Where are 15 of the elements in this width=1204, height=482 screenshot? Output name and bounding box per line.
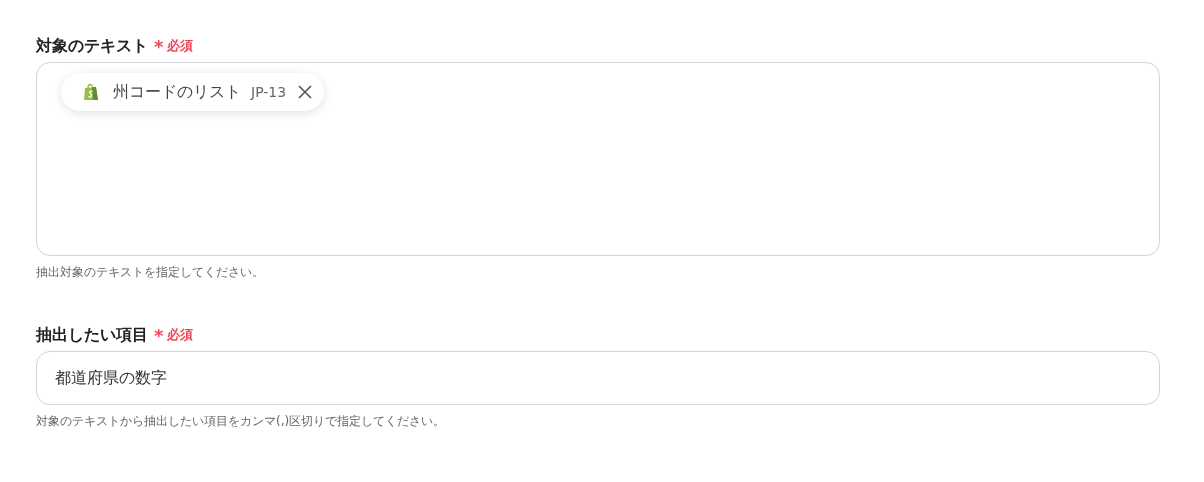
help-text: 抽出対象のテキストを指定してください。 [36,264,265,281]
input-field[interactable]: 都道府県の数字 [36,351,1160,405]
required-label: 必須 [167,37,194,55]
chip-value: JP-13 [251,84,287,100]
field-label: 対象のテキスト [36,35,148,57]
required-label: 必須 [167,326,194,344]
help-text: 対象のテキストから抽出したい項目をカンマ(,)区切りで指定してください。 [36,413,447,430]
close-icon[interactable] [298,85,313,99]
field-label: 抽出したい項目 [36,324,148,346]
required-asterisk: * [154,35,164,57]
shopping-bag-icon [83,83,99,101]
text-area[interactable]: 州コードのリスト JP-13 [36,62,1160,256]
chip-label: 州コードのリスト [113,81,241,103]
variable-chip[interactable]: 州コードのリスト JP-13 [61,73,325,111]
required-asterisk: * [154,324,164,346]
